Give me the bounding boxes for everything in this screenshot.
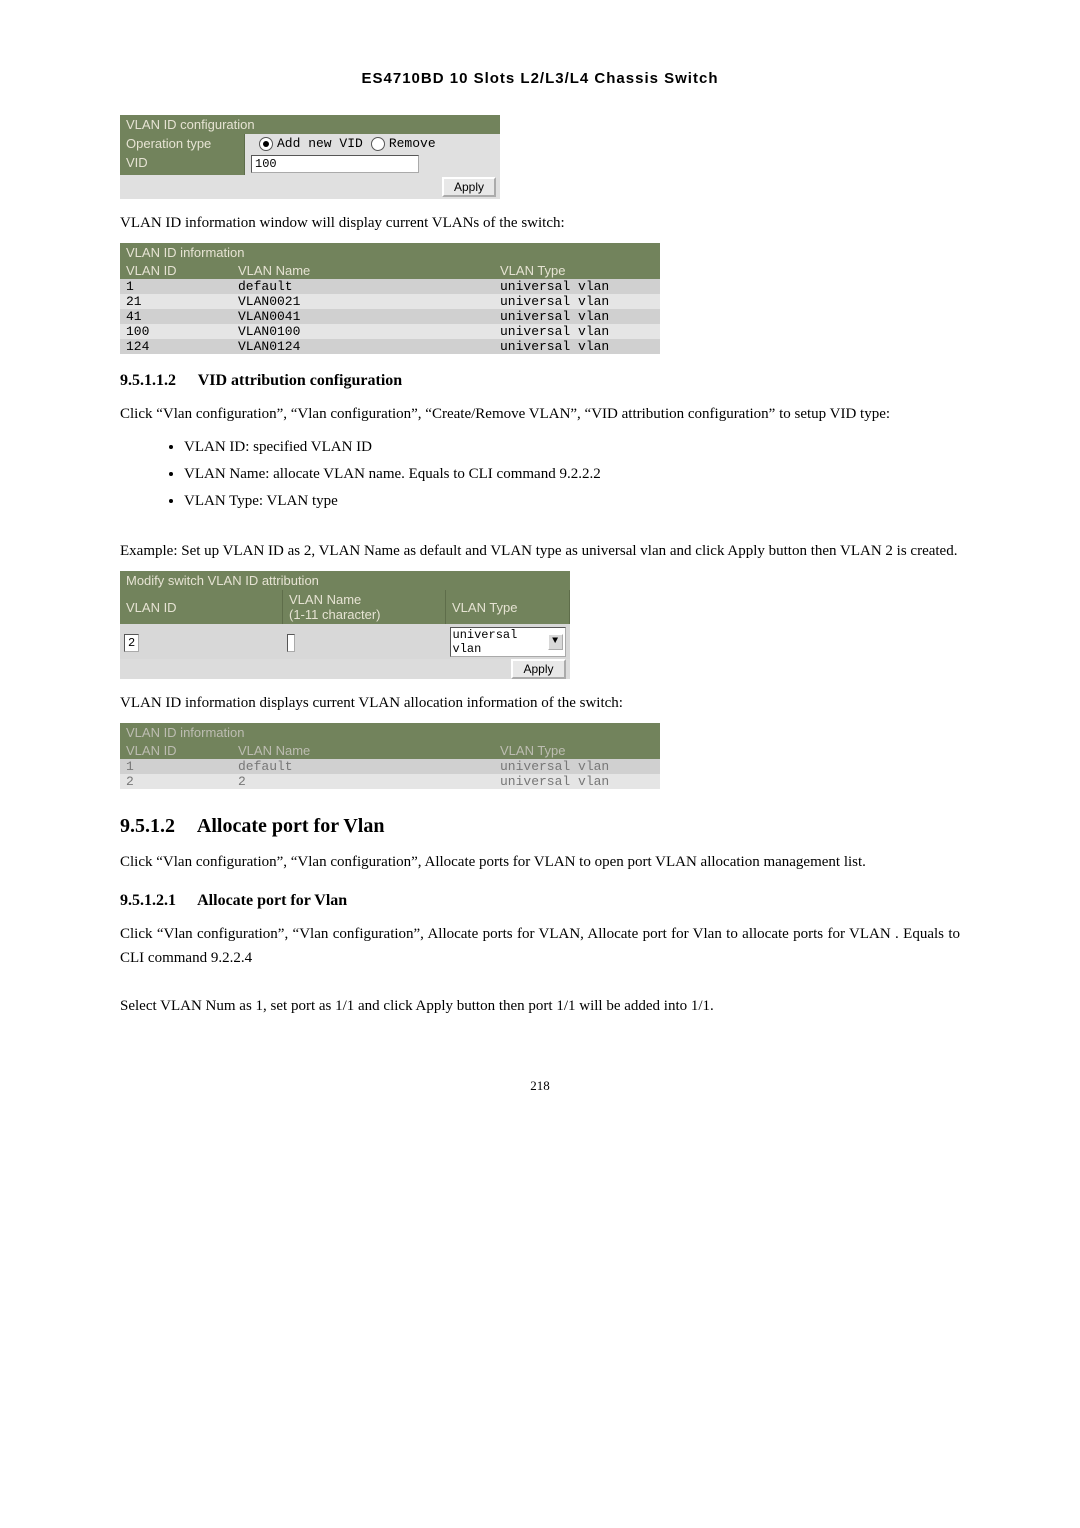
- chevron-down-icon[interactable]: ▼: [548, 634, 563, 650]
- heading-num: 9.5.1.2: [120, 815, 175, 837]
- para-95121: Click “Vlan configuration”, “Vlan config…: [120, 922, 960, 970]
- table-row: 100 VLAN0100 universal vlan: [120, 324, 660, 339]
- table-row: 124 VLAN0124 universal vlan: [120, 339, 660, 354]
- modify-name-input[interactable]: [287, 634, 295, 652]
- radio-add-new-vid[interactable]: [259, 137, 273, 151]
- cell: 41: [120, 309, 232, 324]
- cell: universal vlan: [494, 309, 660, 324]
- heading-text: VID attribution configuration: [198, 372, 402, 389]
- heading-num: 9.5.1.2.1: [120, 892, 176, 909]
- cell: 2: [232, 774, 494, 789]
- vlan-id-config-title: VLAN ID configuration: [120, 115, 500, 134]
- modify-id-input[interactable]: 2: [124, 634, 139, 652]
- page-number: 218: [120, 1078, 960, 1094]
- table-row: 1 default universal vlan: [120, 279, 660, 294]
- heading-num: 9.5.1.1.2: [120, 372, 176, 389]
- page-header: ES4710BD 10 Slots L2/L3/L4 Chassis Switc…: [120, 70, 960, 87]
- vlan-info1-title: VLAN ID information: [120, 243, 660, 262]
- cell: VLAN0041: [232, 309, 494, 324]
- col-vlan-type: VLAN Type: [494, 262, 660, 279]
- radio-remove[interactable]: [371, 137, 385, 151]
- table-row: 1 default universal vlan: [120, 759, 660, 774]
- operation-type-content: Add new VID Remove: [245, 134, 500, 153]
- modify-title: Modify switch VLAN ID attribution: [120, 571, 570, 590]
- cell: 2: [120, 774, 232, 789]
- heading-9512: 9.5.1.2 Allocate port for Vlan: [120, 815, 960, 838]
- select-value: universal vlan: [453, 628, 544, 656]
- modify-col-id: VLAN ID: [120, 590, 283, 624]
- col-vlan-name: VLAN Name: [232, 742, 494, 759]
- vid-input[interactable]: 100: [251, 155, 419, 173]
- cell: universal vlan: [494, 279, 660, 294]
- modify-vlan-panel: Modify switch VLAN ID attribution VLAN I…: [120, 571, 570, 679]
- list-item: VLAN Type: VLAN type: [184, 488, 960, 515]
- table-row: 2 2 universal vlan: [120, 774, 660, 789]
- vlan-config-apply-button[interactable]: Apply: [442, 177, 496, 197]
- cell: VLAN0124: [232, 339, 494, 354]
- radio-remove-label: Remove: [389, 136, 436, 151]
- list-item: VLAN ID: specified VLAN ID: [184, 434, 960, 461]
- cell: default: [232, 759, 494, 774]
- modify-col-type: VLAN Type: [446, 590, 570, 624]
- cell: 100: [120, 324, 232, 339]
- vid-input-cell: 100: [245, 153, 500, 175]
- cell: 1: [120, 759, 232, 774]
- bullet-list: VLAN ID: specified VLAN ID VLAN Name: al…: [184, 434, 960, 515]
- heading-text: Allocate port for Vlan: [197, 892, 347, 909]
- cell: 21: [120, 294, 232, 309]
- list-item: VLAN Name: allocate VLAN name. Equals to…: [184, 461, 960, 488]
- cell: VLAN0021: [232, 294, 494, 309]
- col-vlan-name: VLAN Name: [232, 262, 494, 279]
- heading-95112: 9.5.1.1.2 VID attribution configuration: [120, 372, 960, 390]
- table-row: 41 VLAN0041 universal vlan: [120, 309, 660, 324]
- text-after-config: VLAN ID information window will display …: [120, 211, 960, 235]
- heading-95121: 9.5.1.2.1 Allocate port for Vlan: [120, 892, 960, 910]
- text-after-modify: VLAN ID information displays current VLA…: [120, 691, 960, 715]
- vlan-info2-title: VLAN ID information: [120, 723, 660, 742]
- table-row: 21 VLAN0021 universal vlan: [120, 294, 660, 309]
- cell: 1: [120, 279, 232, 294]
- cell: universal vlan: [494, 759, 660, 774]
- modify-apply-button[interactable]: Apply: [511, 659, 565, 679]
- vid-label: VID: [120, 153, 245, 175]
- cell: VLAN0100: [232, 324, 494, 339]
- col-vlan-id: VLAN ID: [120, 742, 232, 759]
- cell: universal vlan: [494, 339, 660, 354]
- vlan-id-config-panel: VLAN ID configuration Operation type Add…: [120, 115, 500, 199]
- col-vlan-type: VLAN Type: [494, 742, 660, 759]
- cell: 124: [120, 339, 232, 354]
- para-9512: Click “Vlan configuration”, “Vlan config…: [120, 850, 960, 874]
- col-vlan-id: VLAN ID: [120, 262, 232, 279]
- radio-add-label: Add new VID: [277, 136, 363, 151]
- heading-text: Allocate port for Vlan: [197, 815, 385, 837]
- vlan-info-table-1: VLAN ID information VLAN ID VLAN Name VL…: [120, 243, 660, 354]
- example-para: Example: Set up VLAN ID as 2, VLAN Name …: [120, 539, 960, 563]
- cell: universal vlan: [494, 294, 660, 309]
- cell: default: [232, 279, 494, 294]
- cell: universal vlan: [494, 774, 660, 789]
- vlan-info-table-2: VLAN ID information VLAN ID VLAN Name VL…: [120, 723, 660, 789]
- para-95121-b: Select VLAN Num as 1, set port as 1/1 an…: [120, 994, 960, 1018]
- cell: universal vlan: [494, 324, 660, 339]
- para-95112: Click “Vlan configuration”, “Vlan config…: [120, 402, 960, 426]
- operation-type-label: Operation type: [120, 134, 245, 153]
- modify-type-select[interactable]: universal vlan ▼: [450, 627, 566, 657]
- modify-col-name: VLAN Name (1-11 character): [283, 590, 446, 624]
